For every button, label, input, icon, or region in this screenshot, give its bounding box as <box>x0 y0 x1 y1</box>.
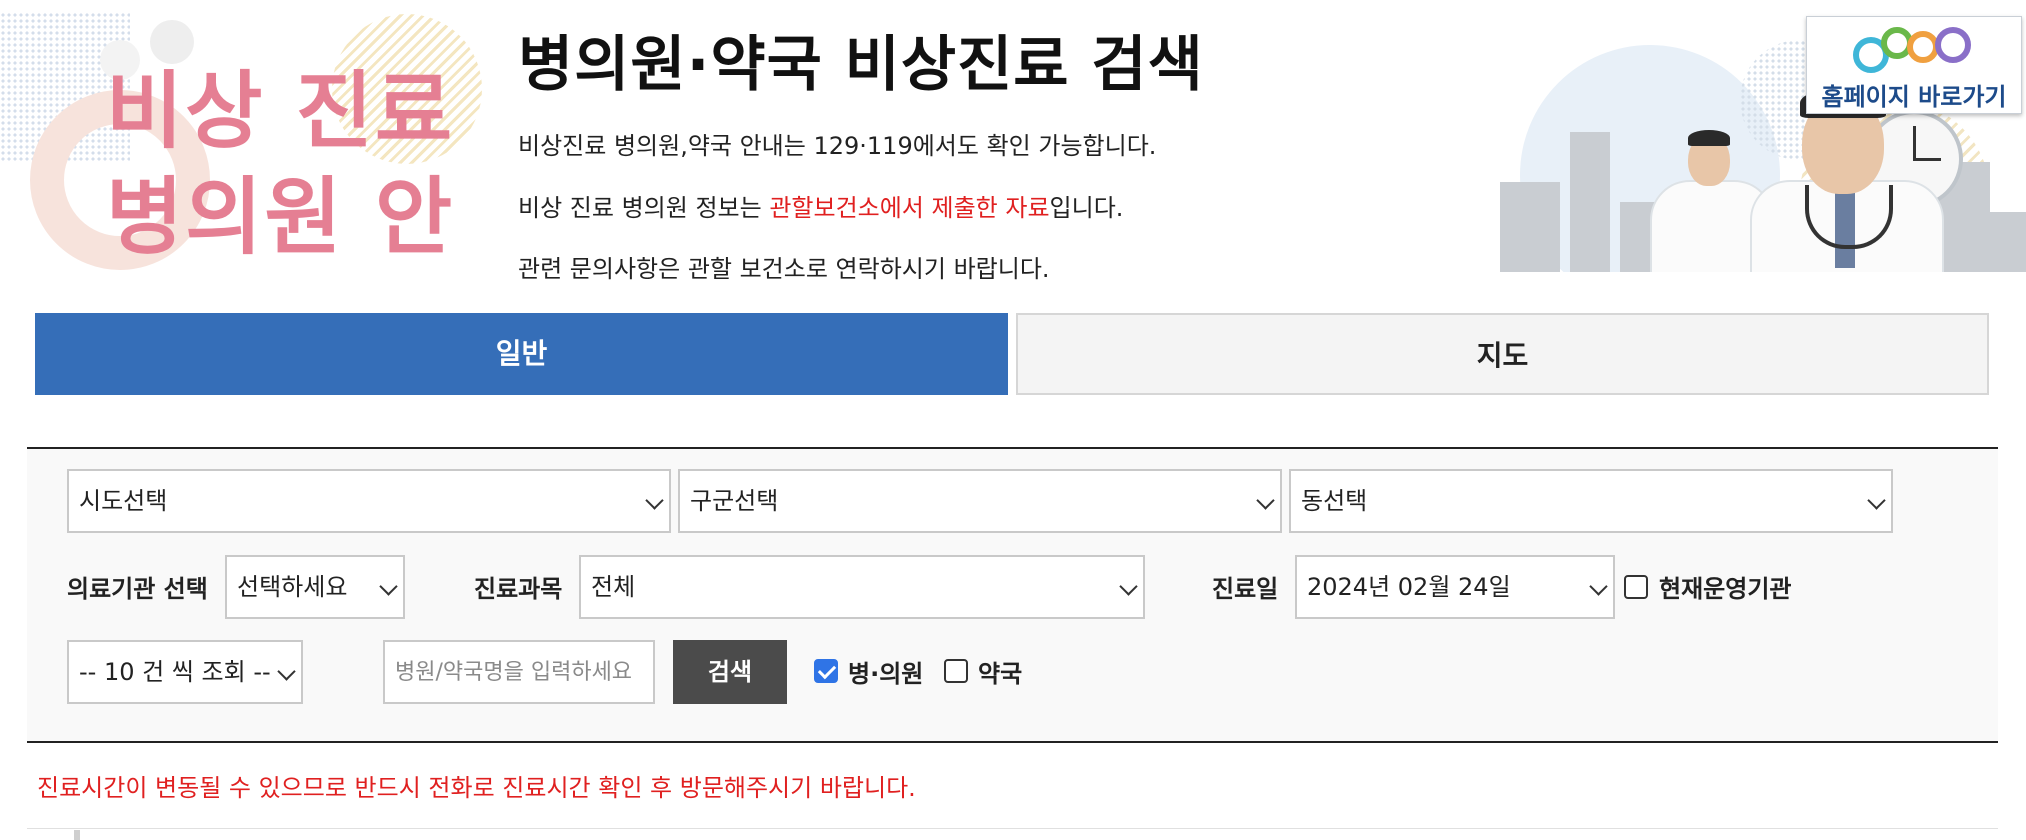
chevron-down-icon <box>1119 577 1138 596</box>
chevron-down-icon <box>645 491 664 510</box>
page-size-select[interactable]: -- 10 건 씩 조회 -- <box>67 640 303 704</box>
banner-title-line1: 비상 진료 <box>105 62 455 160</box>
department-select-value: 전체 <box>591 573 636 601</box>
info-text-contact: 관련 문의사항은 관할 보건소로 연락하시기 바랍니다. <box>518 255 1050 283</box>
page-size-select-value: -- 10 건 씩 조회 -- <box>79 658 271 686</box>
currently-open-checkbox[interactable] <box>1624 575 1648 599</box>
dong-select[interactable]: 동선택 <box>1289 469 1893 533</box>
hospital-checkbox[interactable] <box>814 659 838 683</box>
info-source-prefix: 비상 진료 병의원 정보는 <box>518 194 770 222</box>
city-building <box>1570 132 1610 272</box>
chevron-down-icon <box>1867 491 1886 510</box>
name-search-input[interactable] <box>383 640 655 704</box>
city-building <box>1500 182 1560 272</box>
info-text-source: 비상 진료 병의원 정보는 관할보건소에서 제출한 자료입니다. <box>518 188 1123 223</box>
institution-label: 의료기관 선택 <box>67 575 208 603</box>
visit-notice: 진료시간이 변동될 수 있으므로 반드시 전화로 진료시간 확인 후 방문해주시… <box>37 774 916 802</box>
pharmacy-label: 약국 <box>978 660 1023 688</box>
banner-title-line2: 병의원 안내 <box>105 168 455 266</box>
search-panel: 시도선택 구군선택 동선택 의료기관 선택 선택하세요 진료과목 전체 진료일 … <box>27 447 1998 743</box>
date-label: 진료일 <box>1212 575 1279 603</box>
info-text-phone: 비상진료 병의원,약국 안내는 129·119에서도 확인 가능합니다. <box>518 132 1157 160</box>
homepage-shortcut-label: 홈페이지 바로가기 <box>1821 83 2007 111</box>
institution-select[interactable]: 선택하세요 <box>225 555 405 619</box>
banner-title: 비상 진료 병의원 안내 <box>80 58 480 270</box>
tab-general[interactable]: 일반 <box>35 313 1008 395</box>
gugun-select[interactable]: 구군선택 <box>678 469 1282 533</box>
search-button[interactable]: 검색 <box>673 640 787 704</box>
chevron-down-icon <box>379 577 398 596</box>
results-list-edge <box>74 830 80 840</box>
chevron-down-icon <box>1589 577 1608 596</box>
logo-ring <box>1935 27 1971 63</box>
city-building <box>1990 212 2026 272</box>
dong-select-value: 동선택 <box>1301 487 1368 515</box>
date-select[interactable]: 2024년 02월 24일 <box>1295 555 1615 619</box>
info-source-suffix: 입니다. <box>1049 194 1124 222</box>
department-select[interactable]: 전체 <box>579 555 1145 619</box>
sido-select[interactable]: 시도선택 <box>67 469 671 533</box>
page-title: 병의원·약국 비상진료 검색 <box>518 30 1204 100</box>
date-select-value: 2024년 02월 24일 <box>1307 573 1511 601</box>
banner-illustration: 비상 진료 병의원 안내 <box>0 0 500 270</box>
currently-open-label: 현재운영기관 <box>1659 575 1792 603</box>
doctor-hair <box>1688 130 1730 146</box>
site-logo-icon <box>1851 25 1981 77</box>
sido-select-value: 시도선택 <box>79 487 168 515</box>
info-source-highlight: 관할보건소에서 제출한 자료 <box>769 194 1050 222</box>
tab-map[interactable]: 지도 <box>1016 313 1989 395</box>
department-label: 진료과목 <box>474 575 563 603</box>
gugun-select-value: 구군선택 <box>690 487 779 515</box>
hospital-label: 병·의원 <box>848 660 924 688</box>
pharmacy-checkbox[interactable] <box>944 659 968 683</box>
institution-select-value: 선택하세요 <box>237 573 348 601</box>
divider <box>27 828 1998 829</box>
chevron-down-icon <box>277 662 296 681</box>
chevron-down-icon <box>1256 491 1275 510</box>
homepage-shortcut-button[interactable]: 홈페이지 바로가기 <box>1806 16 2022 114</box>
